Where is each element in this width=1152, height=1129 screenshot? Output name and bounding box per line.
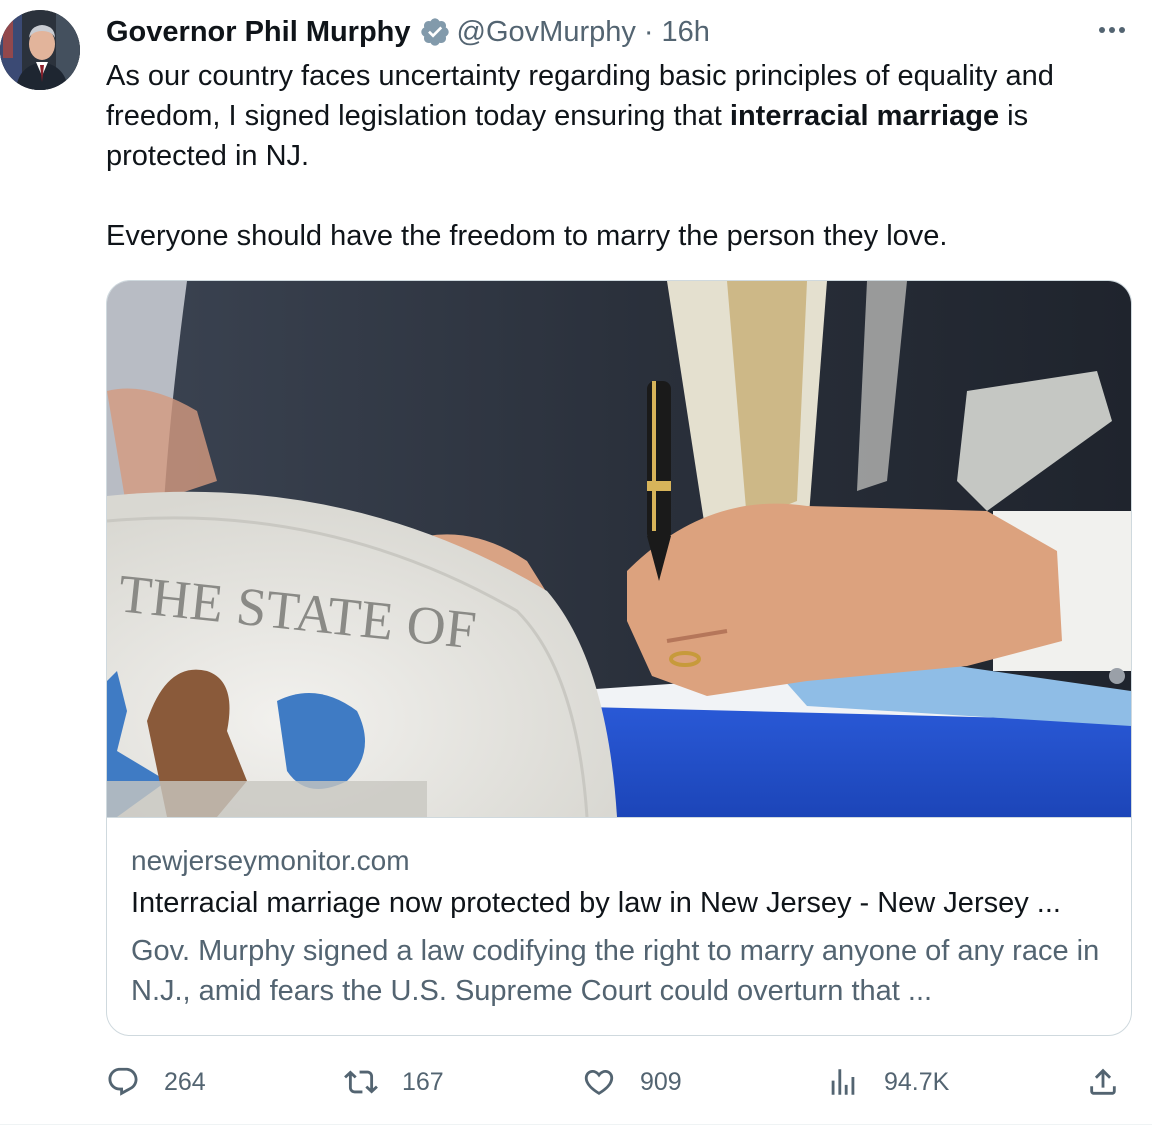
retweet-icon bbox=[344, 1070, 378, 1094]
avatar[interactable] bbox=[0, 10, 80, 90]
more-options-icon[interactable] bbox=[1092, 18, 1132, 42]
reply-button[interactable]: 264 bbox=[106, 1060, 206, 1104]
verified-badge-icon[interactable] bbox=[419, 16, 451, 48]
tweet-timestamp[interactable]: 16h bbox=[662, 16, 710, 49]
heart-icon bbox=[584, 1069, 614, 1095]
share-icon bbox=[1090, 1068, 1116, 1095]
tweet-actions: 264 167 909 94.7K bbox=[106, 1060, 1136, 1104]
share-button[interactable] bbox=[1086, 1060, 1120, 1104]
tweet-header: Governor Phil Murphy @GovMurphy · 16h bbox=[106, 12, 710, 52]
views-chart-icon bbox=[831, 1069, 855, 1095]
separator-dot: · bbox=[643, 15, 654, 48]
divider bbox=[0, 1124, 1152, 1125]
views-count: 94.7K bbox=[884, 1067, 950, 1096]
tweet: Governor Phil Murphy @GovMurphy · 16h As… bbox=[0, 0, 1152, 1129]
card-image[interactable]: THE STATE OF bbox=[107, 281, 1131, 818]
link-card[interactable]: THE STATE OF newjerseymonitor.com Interr… bbox=[106, 280, 1132, 1036]
reply-count: 264 bbox=[164, 1067, 206, 1096]
tweet-text: As our country faces uncertainty regardi… bbox=[106, 56, 1136, 256]
card-domain[interactable]: newjerseymonitor.com bbox=[131, 845, 410, 877]
bill-signing-photo: THE STATE OF bbox=[107, 281, 1131, 818]
card-description: Gov. Murphy signed a law codifying the r… bbox=[131, 935, 1100, 1007]
tweet-paragraph-2: Everyone should have the freedom to marr… bbox=[106, 220, 948, 252]
like-count: 909 bbox=[640, 1067, 682, 1096]
views-button[interactable]: 94.7K bbox=[826, 1060, 949, 1104]
avatar-photo bbox=[0, 10, 80, 90]
tweet-text-bold: interracial marriage bbox=[729, 100, 1000, 132]
author-name[interactable]: Governor Phil Murphy bbox=[106, 16, 411, 49]
reply-icon bbox=[108, 1067, 138, 1096]
like-button[interactable]: 909 bbox=[582, 1060, 682, 1104]
author-handle[interactable]: @GovMurphy bbox=[457, 16, 636, 49]
retweet-button[interactable]: 167 bbox=[344, 1060, 444, 1104]
tweet-paragraph-1: As our country faces uncertainty regardi… bbox=[106, 56, 1136, 176]
retweet-count: 167 bbox=[402, 1067, 444, 1096]
card-title[interactable]: Interracial marriage now protected by la… bbox=[131, 887, 1111, 920]
